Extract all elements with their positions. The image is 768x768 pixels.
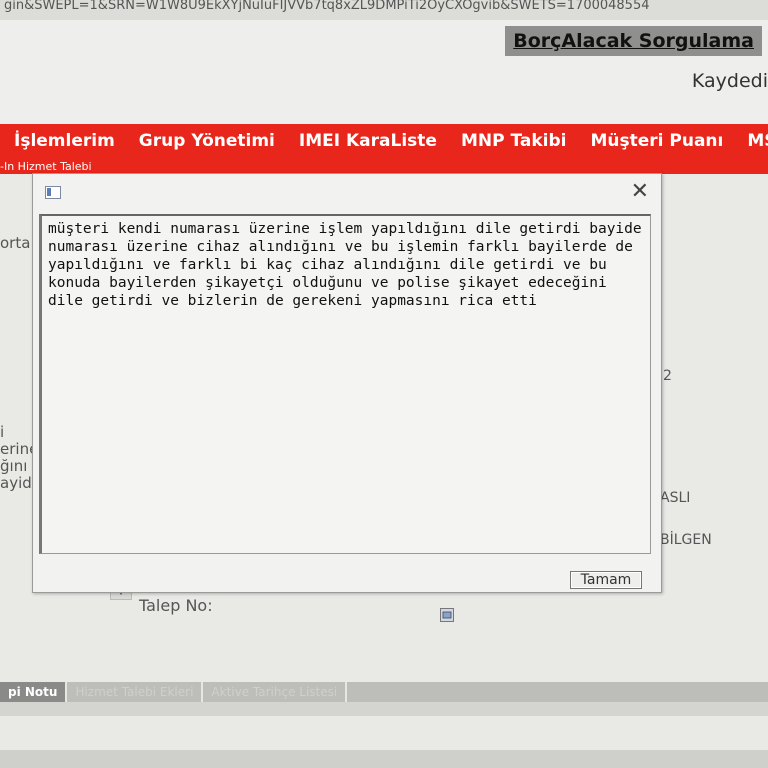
nav-item-islemlerim[interactable]: İşlemlerim [0,131,127,151]
nav-item-grup-yonetimi[interactable]: Grup Yönetimi [127,131,287,151]
tab-hizmet-talebi-ekleri[interactable]: Hizmet Talebi Ekleri [67,682,204,702]
main-nav: İşlemlerim Grup Yönetimi IMEI KaraListe … [0,124,768,158]
lookup-icon-graphic [442,611,452,619]
nav-item-ms[interactable]: MS [735,131,768,151]
nav-item-musteri-puani[interactable]: Müşteri Puanı [578,131,735,151]
page-title: BorçAlacak Sorgulama [505,26,762,56]
background-value: 2 [663,368,672,384]
note-textarea[interactable]: müşteri kendi numarası üzerine işlem yap… [39,214,651,554]
background-last-name: BİLGEN [660,532,712,548]
bottom-divider [0,702,768,716]
nav-item-mnp-takibi[interactable]: MNP Takibi [449,131,579,151]
background-first-name: ASLI [660,490,691,506]
lookup-icon[interactable] [440,608,454,622]
address-bar[interactable]: gin&SWEPL=1&SRN=W1W8U9EkXYjNuIuFIJVVb7tq… [0,0,768,20]
screen: gin&SWEPL=1&SRN=W1W8U9EkXYjNuIuFIJVVb7tq… [0,0,768,768]
ok-button[interactable]: Tamam [570,571,642,589]
footer-bar [0,750,768,768]
note-dialog: ✕ müşteri kendi numarası üzerine işlem y… [32,173,662,593]
bottom-tab-bar: pi Notu Hizmet Talebi Ekleri Aktive Tari… [0,682,768,702]
page-header: BorçAlacak Sorgulama Kaydedi [0,20,768,124]
save-link[interactable]: Kaydedi [692,70,768,92]
tab-notu[interactable]: pi Notu [0,682,68,702]
talep-no-label: Talep No: [139,596,213,615]
background-label: orta [0,234,31,252]
window-icon [45,186,61,199]
tab-aktive-tarihce-listesi[interactable]: Aktive Tarihçe Listesi [203,682,348,702]
sub-nav-item[interactable]: -In Hizmet Talebi [0,158,768,174]
nav-item-imei-karaliste[interactable]: IMEI KaraListe [287,131,449,151]
close-icon[interactable]: ✕ [631,180,649,204]
